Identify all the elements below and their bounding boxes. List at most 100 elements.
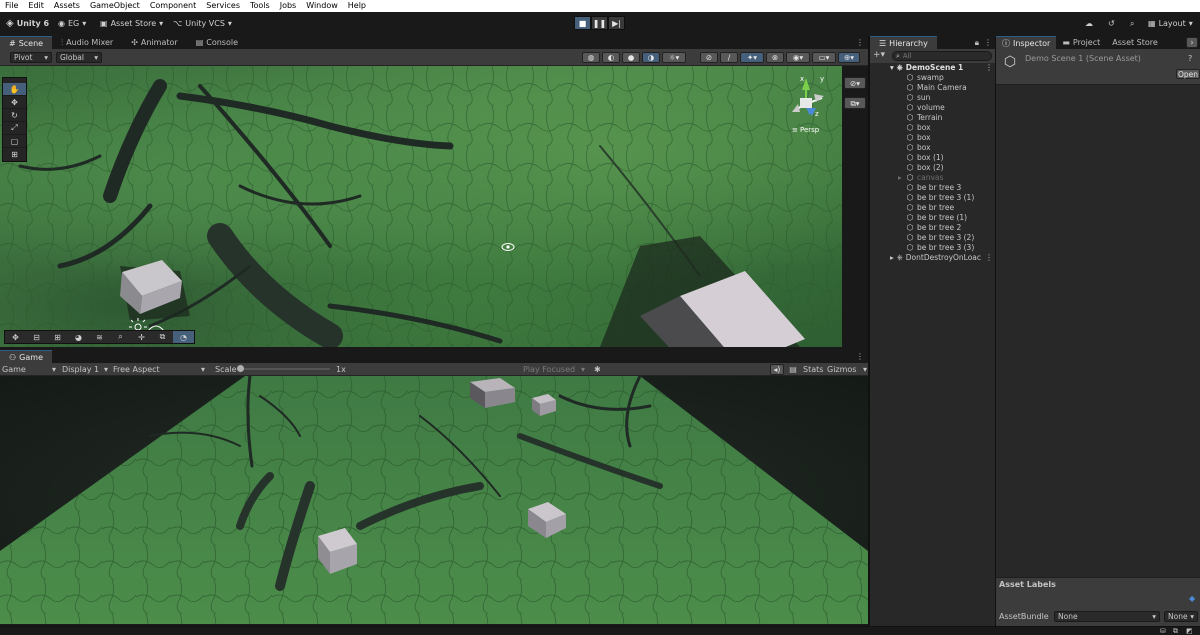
render-dropdown[interactable]: ▭▾ xyxy=(812,52,836,63)
hierarchy-item[interactable]: ⬡ be br tree 3 (1) xyxy=(906,193,975,203)
menu-assets[interactable]: Assets xyxy=(49,0,85,12)
search-button[interactable]: ⌕ xyxy=(1130,17,1134,31)
step-button[interactable]: ▶| xyxy=(608,16,625,30)
pause-button[interactable]: ❚❚ xyxy=(591,16,608,30)
scale-slider[interactable] xyxy=(237,365,330,372)
cache-icon[interactable]: ⛁ xyxy=(1160,627,1166,635)
wireframe-button[interactable]: ◍ xyxy=(582,52,600,63)
move-tool-button[interactable]: ✥ xyxy=(3,96,26,109)
tab-animator[interactable]: ✣ Animator xyxy=(122,36,186,49)
overlay-pan-button[interactable]: ✛ xyxy=(131,331,152,343)
cloud-button[interactable]: ☁ xyxy=(1085,17,1093,31)
rotate-tool-button[interactable]: ↻ xyxy=(3,109,26,122)
fx-toggle[interactable]: ∕ xyxy=(720,52,738,63)
tab-audio-mixer[interactable]: ⫶ Audio Mixer xyxy=(52,36,122,49)
more-tabs-button[interactable]: › xyxy=(1186,37,1198,48)
visibility-toggle[interactable]: ⊗ xyxy=(766,52,784,63)
overlay-grid-button[interactable]: ⊞ xyxy=(47,331,68,343)
hierarchy-item[interactable]: ⬡ Terrain xyxy=(906,113,943,123)
overlay-move-button[interactable]: ✥ xyxy=(5,331,26,343)
hierarchy-search[interactable]: ⌕ All xyxy=(892,51,992,61)
vcs-dropdown[interactable]: ⌥ Unity VCS ▾ xyxy=(173,17,232,31)
scene-viewport[interactable]: x y z Persp ≡ xyxy=(0,66,842,347)
game-mode-dropdown[interactable]: Game ▾ xyxy=(2,364,56,375)
layers-icon[interactable]: ⧉ xyxy=(1173,627,1178,635)
panel-menu-icon[interactable]: ⋮ xyxy=(856,36,868,49)
aspect-dropdown[interactable]: Free Aspect ▾ xyxy=(113,364,205,375)
display-dropdown[interactable]: Display 1 ▾ xyxy=(62,364,108,375)
view-options-button[interactable]: ⧉▾ xyxy=(844,97,866,109)
add-button[interactable]: +▾ xyxy=(873,50,885,61)
hierarchy-item[interactable]: ⬡ swamp xyxy=(906,73,944,83)
menu-file[interactable]: File xyxy=(0,0,23,12)
overlay-terrain-button[interactable]: ⊟ xyxy=(26,331,47,343)
stats-button[interactable]: Stats xyxy=(803,364,823,375)
hierarchy-item[interactable]: ⬡ be br tree 3 (2) xyxy=(906,233,975,243)
tab-game[interactable]: ⚇ Game xyxy=(0,350,52,363)
asset-bundle-dropdown[interactable]: None ▾ xyxy=(1054,611,1160,622)
stop-button[interactable]: ■ xyxy=(574,16,591,30)
account-dropdown[interactable]: ◉ EG ▾ xyxy=(58,17,86,31)
pivot-dropdown[interactable]: Pivot ▾ xyxy=(10,52,52,63)
overlay-search-button[interactable]: ⌕ xyxy=(110,331,131,343)
tab-inspector[interactable]: ⓘ Inspector xyxy=(996,36,1057,49)
help-icon[interactable]: ? xyxy=(1188,54,1192,63)
hierarchy-item[interactable]: ⬡ volume xyxy=(906,103,945,113)
persp-label[interactable]: Persp xyxy=(800,126,820,134)
tab-scene[interactable]: # Scene xyxy=(0,36,53,49)
overlay-compass-button[interactable]: ◔ xyxy=(173,331,194,343)
scale-slider-handle[interactable] xyxy=(237,365,244,372)
scene-menu-icon[interactable]: ⋮ xyxy=(985,63,993,73)
hierarchy-item[interactable]: ⬡ box xyxy=(906,133,931,143)
collapse-arrow-icon[interactable]: ▸ xyxy=(898,173,902,183)
hierarchy-item[interactable]: ▸ ⬡ canvas xyxy=(898,173,943,183)
scene-root-row[interactable]: ▾ ⎈ DemoScene 1 xyxy=(890,63,963,73)
hierarchy-item[interactable]: ⬡ box xyxy=(906,143,931,153)
lock-icon[interactable]: 🔒︎ xyxy=(975,36,979,49)
keyboard-button[interactable]: ▤ xyxy=(787,364,799,375)
bug-icon[interactable]: ✱ xyxy=(594,364,601,375)
transform-tool-button[interactable]: ⊞ xyxy=(3,148,26,161)
asset-variant-dropdown[interactable]: None ▾ xyxy=(1164,611,1198,622)
hierarchy-item[interactable]: ⬡ Main Camera xyxy=(906,83,967,93)
lit-button[interactable]: ◑ xyxy=(642,52,660,63)
tab-asset-store[interactable]: Asset Store xyxy=(1106,36,1164,49)
undo-history-button[interactable]: ↺ xyxy=(1108,17,1115,31)
overlay-paint-button[interactable]: ◕ xyxy=(68,331,89,343)
rect-tool-button[interactable]: ▢ xyxy=(3,135,26,148)
open-button[interactable]: Open xyxy=(1176,69,1200,79)
menu-services[interactable]: Services xyxy=(201,0,245,12)
hierarchy-item[interactable]: ⬡ be br tree (1) xyxy=(906,213,968,223)
tag-icon[interactable]: ◆ xyxy=(1189,594,1195,603)
hierarchy-item[interactable]: ⬡ box (1) xyxy=(906,153,944,163)
gizmos-dropdown[interactable]: ⊕▾ xyxy=(838,52,860,63)
dont-destroy-menu-icon[interactable]: ⋮ xyxy=(985,253,993,263)
camera-overlay-button[interactable]: ⊘▾ xyxy=(844,77,866,89)
game-viewport[interactable] xyxy=(0,376,868,624)
unity-version-button[interactable]: ◈ Unity 6 xyxy=(6,17,49,31)
tab-project[interactable]: ▬ Project xyxy=(1056,36,1106,49)
hand-tool-button[interactable]: ✋ xyxy=(3,83,26,96)
asset-store-dropdown[interactable]: ▣ Asset Store ▾ xyxy=(100,17,163,31)
audio-toggle[interactable]: ⊘ xyxy=(700,52,718,63)
menu-edit[interactable]: Edit xyxy=(23,0,49,12)
menu-jobs[interactable]: Jobs xyxy=(275,0,302,12)
menu-help[interactable]: Help xyxy=(343,0,371,12)
hierarchy-item[interactable]: ⬡ be br tree xyxy=(906,203,955,213)
shaded-button[interactable]: ● xyxy=(622,52,640,63)
hierarchy-item[interactable]: ⬡ be br tree 2 xyxy=(906,223,962,233)
panel-menu-icon[interactable]: ⋮ xyxy=(984,36,992,49)
overlay-layers-button[interactable]: ⧉ xyxy=(152,331,173,343)
menu-window[interactable]: Window xyxy=(301,0,343,12)
layout-dropdown[interactable]: ▦ Layout ▾ xyxy=(1148,17,1193,31)
tab-hierarchy[interactable]: ☰ Hierarchy xyxy=(870,36,937,49)
hierarchy-item[interactable]: ⬡ box (2) xyxy=(906,163,944,173)
hierarchy-item[interactable]: ⬡ box xyxy=(906,123,931,133)
tab-console[interactable]: ▤ Console xyxy=(187,36,247,49)
camera-dropdown[interactable]: ◉▾ xyxy=(786,52,810,63)
menu-component[interactable]: Component xyxy=(145,0,201,12)
scale-tool-button[interactable]: ⤢ xyxy=(3,122,26,135)
progress-icon[interactable]: ◩ xyxy=(1186,627,1193,635)
gizmos-toggle[interactable]: Gizmos ▾ xyxy=(827,364,867,375)
hierarchy-item[interactable]: ⬡ be br tree 3 (3) xyxy=(906,243,975,253)
